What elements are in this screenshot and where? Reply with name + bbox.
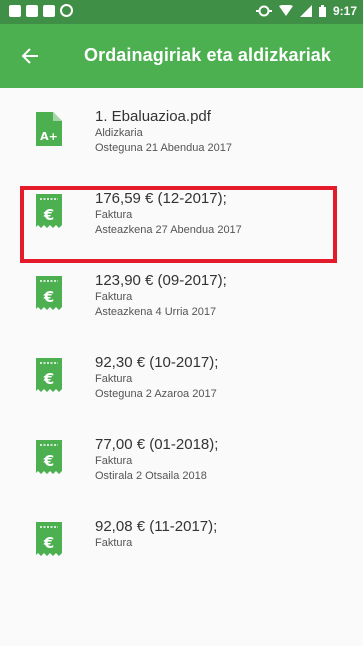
list-item-text: 123,90 € (09-2017); Faktura Asteazkena 4… [95,272,355,320]
list-item-text: 77,00 € (01-2018); Faktura Ostirala 2 Ot… [95,436,355,484]
item-title: 1. Ebaluazioa.pdf [95,108,211,125]
status-time: 9:17 [332,4,357,18]
item-date: Ostirala 2 Otsaila 2018 [95,470,207,482]
item-type: Faktura [95,537,133,549]
list-item[interactable]: € 77,00 € (01-2018); Faktura Ostirala 2 … [0,416,363,498]
item-type: Faktura [95,373,133,385]
svg-text:€: € [43,370,54,388]
status-bar: 9:17 [0,0,363,24]
item-type: Aldizkaria [95,127,143,139]
svg-text:A+: A+ [40,130,58,143]
list-item-text: 92,08 € (11-2017); Faktura [95,518,355,551]
euro-receipt-icon: € [36,440,62,474]
item-date: Asteazkena 4 Urria 2017 [95,306,217,318]
back-button[interactable] [14,40,46,72]
euro-receipt-icon: € [36,276,62,310]
app-toolbar: Ordainagiriak eta aldizkariak [0,24,363,88]
app-screen: 9:17 Ordainagiriak eta aldizkariak A+ 1.… [0,0,363,646]
data-saver-icon [255,5,272,17]
item-type: Faktura [95,455,133,467]
whatsapp-notification-icon [60,4,73,17]
euro-receipt-icon: € [36,522,62,556]
arrow-left-icon [21,48,38,64]
svg-text:€: € [43,452,54,470]
list-item[interactable]: € 92,30 € (10-2017); Faktura Osteguna 2 … [0,334,363,416]
item-date: Osteguna 2 Azaroa 2017 [95,388,217,400]
grade-document-icon: A+ [36,112,62,146]
highlight-box [20,186,337,263]
page-title: Ordainagiriak eta aldizkariak [84,45,332,65]
image-notification-icon [26,4,38,17]
item-type: Faktura [95,291,133,303]
message-notification-icon [43,4,55,17]
list-item-text: 92,30 € (10-2017); Faktura Osteguna 2 Az… [95,354,355,402]
item-title: 123,90 € (09-2017); [95,272,227,289]
battery-icon [318,5,326,17]
signal-icon [299,5,312,17]
system-icons: 9:17 [255,4,357,18]
list-item[interactable]: € 123,90 € (09-2017); Faktura Asteazkena… [0,252,363,334]
item-title: 77,00 € (01-2018); [95,436,219,453]
list-item-text: 1. Ebaluazioa.pdf Aldizkaria Osteguna 21… [95,108,355,156]
list-item[interactable]: A+ 1. Ebaluazioa.pdf Aldizkaria Osteguna… [0,88,363,170]
item-title: 92,08 € (11-2017); [95,518,218,535]
euro-receipt-icon: € [36,358,62,392]
svg-text:€: € [43,288,54,306]
list-item[interactable]: € 92,08 € (11-2017); Faktura [0,498,363,580]
image-notification-icon [9,4,21,17]
item-title: 92,30 € (10-2017); [95,354,219,371]
item-date: Osteguna 21 Abendua 2017 [95,142,233,154]
document-list[interactable]: A+ 1. Ebaluazioa.pdf Aldizkaria Osteguna… [0,88,363,646]
wifi-icon [278,5,293,16]
notification-icons [9,4,73,17]
svg-text:€: € [43,534,54,552]
